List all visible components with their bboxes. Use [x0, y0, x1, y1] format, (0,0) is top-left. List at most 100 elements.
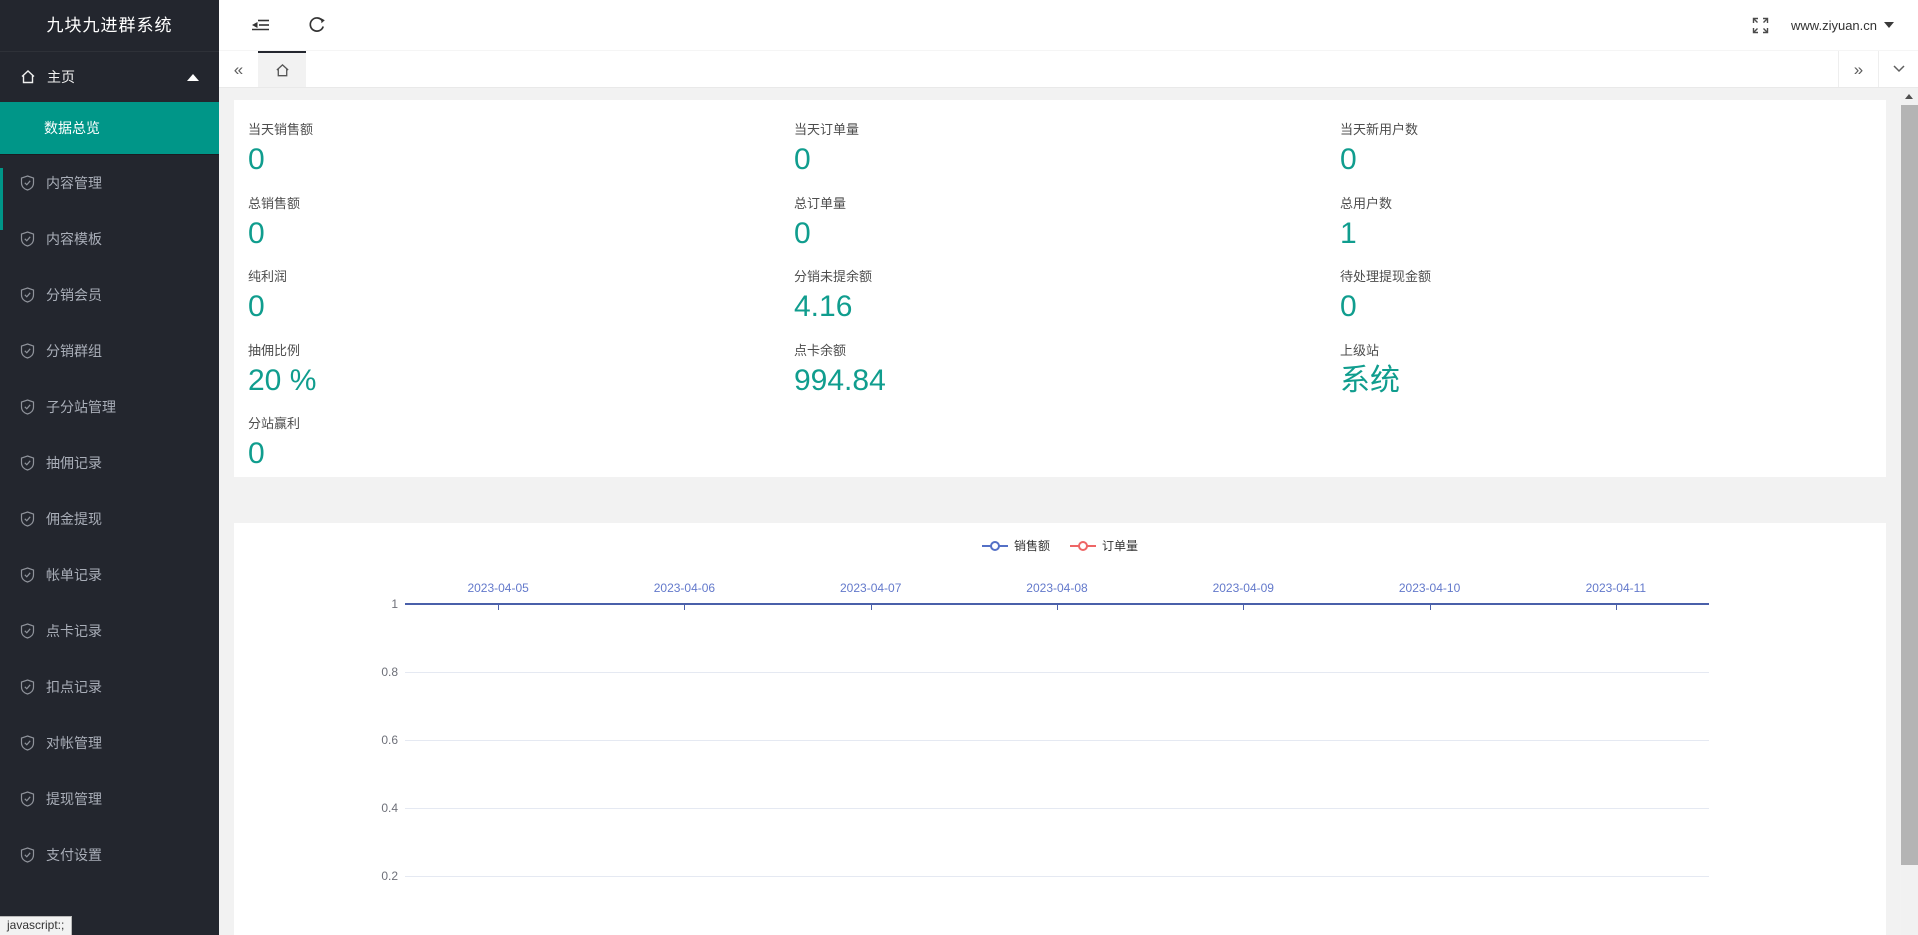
- x-axis-date-label: 2023-04-07: [816, 581, 926, 595]
- stats-column: 当天订单量 0 总订单量 0 分销未提余额 4.16 点卡余额 994.84: [794, 108, 1340, 477]
- tabs-scroll-left-button[interactable]: «: [219, 51, 258, 87]
- stat-cell: 当天订单量 0: [794, 108, 1340, 182]
- x-axis-tick: [1616, 605, 1617, 610]
- sidebar-item-label: 子分站管理: [46, 397, 116, 417]
- sidebar-item[interactable]: 分销群组: [0, 323, 219, 379]
- x-axis-tick: [498, 605, 499, 610]
- sidebar-item-label: 内容管理: [46, 173, 102, 193]
- tabs-menu-button[interactable]: [1878, 51, 1918, 87]
- top-header: www.ziyuan.cn: [219, 0, 1918, 50]
- x-axis-date-label: 2023-04-06: [629, 581, 739, 595]
- content-wrap: 当天销售额0总销售额0纯利润0抽佣比例20 %分站赢利0当天订单量0总订单量0分…: [219, 88, 1918, 935]
- vertical-scrollbar[interactable]: [1901, 88, 1918, 935]
- sidebar-item[interactable]: 对帐管理: [0, 715, 219, 771]
- chart-card: 销售额订单量 10.80.60.40.22023-04-052023-04-06…: [234, 523, 1886, 935]
- sidebar-item[interactable]: 扣点记录: [0, 659, 219, 715]
- legend-line-marker-icon: [982, 540, 1008, 552]
- stat-cell: 待处理提现金额0: [1340, 255, 1886, 329]
- sidebar-item[interactable]: 子分站管理: [0, 379, 219, 435]
- sidebar-item-label: 支付设置: [46, 845, 102, 865]
- stat-label: 当天订单量: [794, 108, 1340, 138]
- stat-label: 总订单量: [794, 182, 1340, 212]
- x-axis-date-label: 2023-04-10: [1375, 581, 1485, 595]
- sidebar-item[interactable]: 支付设置: [0, 827, 219, 883]
- content: 当天销售额0总销售额0纯利润0抽佣比例20 %分站赢利0当天订单量0总订单量0分…: [219, 88, 1901, 935]
- sidebar-item[interactable]: 提现管理: [0, 771, 219, 827]
- legend-label: 销售额: [1014, 537, 1050, 554]
- y-axis-tick-label: 0.8: [338, 665, 398, 679]
- legend-item[interactable]: 销售额: [982, 537, 1050, 554]
- tab-home[interactable]: [258, 51, 306, 87]
- shield-check-icon: [20, 399, 35, 415]
- shield-check-icon: [20, 679, 35, 695]
- sidebar-toggle-icon[interactable]: [251, 16, 270, 34]
- shield-check-icon: [20, 343, 35, 359]
- gridline: [405, 808, 1709, 809]
- legend-item[interactable]: 订单量: [1070, 537, 1138, 554]
- refresh-icon[interactable]: [308, 16, 326, 34]
- stat-cell: 当天销售额 0: [248, 108, 794, 182]
- stat-label: 分站赢利: [248, 402, 794, 432]
- x-axis-date-label: 2023-04-11: [1561, 581, 1671, 595]
- stats-card: 当天销售额0总销售额0纯利润0抽佣比例20 %分站赢利0当天订单量0总订单量0分…: [234, 100, 1886, 477]
- shield-check-icon: [20, 791, 35, 807]
- stat-cell: 总销售额0: [248, 182, 794, 256]
- stats-column: 当天新用户数0总用户数1待处理提现金额0上级站系统: [1340, 108, 1886, 477]
- app-title: 九块九进群系统: [0, 0, 219, 52]
- stat-cell: 分销未提余额 4.16: [794, 255, 1340, 329]
- stat-value: 20 %: [248, 364, 794, 398]
- stat-value: 0: [248, 143, 794, 177]
- stat-cell: 分站赢利 0: [248, 402, 794, 476]
- stat-cell: 抽佣比例20 %: [248, 329, 794, 403]
- stat-value: 0: [248, 437, 794, 471]
- shield-check-icon: [20, 623, 35, 639]
- scrollbar-thumb[interactable]: [1901, 105, 1918, 865]
- sidebar-item[interactable]: 内容模板: [0, 211, 219, 267]
- main-area: www.ziyuan.cn « » 当天销售额0总销售额0纯利润0抽佣比例20 …: [219, 0, 1918, 935]
- tab-bar: « »: [219, 50, 1918, 88]
- sidebar-item-label: 点卡记录: [46, 621, 102, 641]
- sidebar-scrollbar-thumb[interactable]: [0, 168, 3, 230]
- scrollbar-up-arrow-icon[interactable]: [1905, 94, 1913, 99]
- shield-check-icon: [20, 567, 35, 583]
- sidebar-item[interactable]: 抽佣记录: [0, 435, 219, 491]
- stat-cell: 总订单量 0: [794, 182, 1340, 256]
- fullscreen-icon[interactable]: [1752, 17, 1769, 34]
- chevron-down-icon: [1893, 65, 1905, 73]
- stat-value: 0: [1340, 143, 1886, 177]
- site-switcher[interactable]: www.ziyuan.cn: [1791, 18, 1894, 33]
- sidebar-item-home[interactable]: 主页: [0, 52, 219, 102]
- sidebar-item[interactable]: 点卡记录: [0, 603, 219, 659]
- legend-label: 订单量: [1102, 537, 1138, 554]
- stat-cell: 点卡余额 994.84: [794, 329, 1340, 403]
- sidebar-item[interactable]: 内容管理: [0, 155, 219, 211]
- stat-label: 点卡余额: [794, 329, 1340, 359]
- x-axis-tick: [1243, 605, 1244, 610]
- stat-value: 1: [1340, 217, 1886, 251]
- stat-value: 0: [794, 143, 1340, 177]
- stat-label: 分销未提余额: [794, 255, 1340, 285]
- shield-check-icon: [20, 735, 35, 751]
- stat-label: 当天新用户数: [1340, 108, 1886, 138]
- stat-value: 4.16: [794, 290, 1340, 324]
- stat-label: 当天销售额: [248, 108, 794, 138]
- sidebar-menu: 内容管理内容模板分销会员分销群组子分站管理抽佣记录佣金提现帐单记录点卡记录扣点记…: [0, 154, 219, 883]
- stat-value: 0: [794, 217, 1340, 251]
- tabs-scroll-right-button[interactable]: »: [1838, 51, 1878, 87]
- x-axis-date-label: 2023-04-09: [1188, 581, 1298, 595]
- shield-check-icon: [20, 175, 35, 191]
- sidebar-item[interactable]: 分销会员: [0, 267, 219, 323]
- stat-value: 0: [248, 290, 794, 324]
- sidebar-item-label: 扣点记录: [46, 677, 102, 697]
- shield-check-icon: [20, 287, 35, 303]
- sidebar-item[interactable]: 帐单记录: [0, 547, 219, 603]
- x-axis-tick: [1057, 605, 1058, 610]
- x-axis-tick: [871, 605, 872, 610]
- sidebar-item[interactable]: 佣金提现: [0, 491, 219, 547]
- stat-value: 994.84: [794, 364, 1340, 398]
- header-right: www.ziyuan.cn: [1752, 17, 1894, 34]
- home-tab-icon: [275, 63, 290, 78]
- sidebar-item-label: 分销群组: [46, 341, 102, 361]
- sidebar-item-data-overview[interactable]: 数据总览: [0, 102, 219, 154]
- chevron-up-icon: [187, 74, 199, 81]
